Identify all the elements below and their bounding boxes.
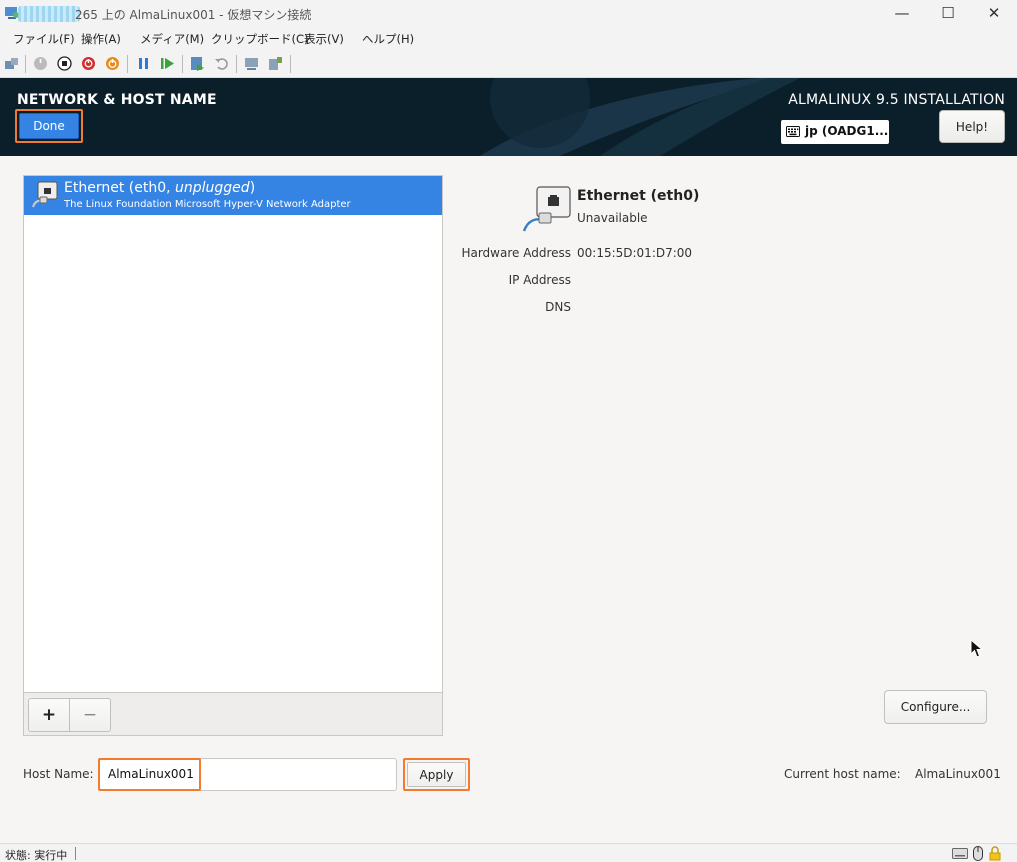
remove-device-button[interactable]: − xyxy=(69,698,111,732)
device-list-toolbar: + − xyxy=(24,692,442,735)
page-title: NETWORK & HOST NAME xyxy=(17,92,217,108)
menu-help[interactable]: ヘルプ(H) xyxy=(362,31,414,47)
status-bar: 状態: 実行中 xyxy=(0,843,1017,862)
apply-button[interactable]: Apply xyxy=(407,762,466,787)
device-description: The Linux Foundation Microsoft Hyper-V N… xyxy=(64,199,351,210)
lock-status-icon xyxy=(989,846,1001,861)
install-title: ALMALINUX 9.5 INSTALLATION xyxy=(788,92,1005,108)
shutdown-icon[interactable] xyxy=(81,56,96,71)
title-bar: 265 上の AlmaLinux001 - 仮想マシン接続 — ☐ ✕ xyxy=(0,0,1017,28)
keyboard-status-icon xyxy=(952,848,968,859)
vm-toolbar xyxy=(0,50,1017,78)
detail-device-name: Ethernet (eth0) xyxy=(577,188,700,204)
current-host-name-value: AlmaLinux001 xyxy=(915,767,1001,781)
window-title: 265 上の AlmaLinux001 - 仮想マシン接続 xyxy=(75,8,312,22)
menu-bar: ファイル(F) 操作(A) メディア(M) クリップボード(C) 表示(V) ヘ… xyxy=(0,28,1017,50)
menu-clipboard[interactable]: クリップボード(C) xyxy=(211,31,309,47)
checkpoint-icon[interactable] xyxy=(190,56,205,71)
share-icon[interactable] xyxy=(268,56,283,71)
mouse-cursor-icon xyxy=(970,639,984,658)
dns-label: DNS xyxy=(545,300,571,314)
mouse-status-icon xyxy=(973,846,983,861)
minimize-button[interactable]: — xyxy=(879,0,925,28)
status-text: 状態: 実行中 xyxy=(5,849,68,862)
resume-icon[interactable] xyxy=(160,56,175,71)
menu-file[interactable]: ファイル(F) xyxy=(13,31,75,47)
ctrl-alt-del-icon[interactable] xyxy=(4,56,19,71)
menu-action[interactable]: 操作(A) xyxy=(81,31,121,47)
keyboard-layout-indicator[interactable]: jp (OADG1... xyxy=(781,120,889,144)
enhanced-session-icon[interactable] xyxy=(244,56,259,71)
maximize-button[interactable]: ☐ xyxy=(925,0,971,28)
ethernet-large-icon xyxy=(522,186,571,232)
menu-view[interactable]: 表示(V) xyxy=(304,31,344,47)
device-name: Ethernet (eth0, unplugged) xyxy=(64,180,256,196)
device-row-eth0[interactable]: Ethernet (eth0, unplugged) The Linux Fou… xyxy=(24,176,442,215)
menu-media[interactable]: メディア(M) xyxy=(140,31,204,47)
stop-icon[interactable] xyxy=(57,56,72,71)
done-highlight: Done xyxy=(15,109,83,143)
done-button[interactable]: Done xyxy=(19,113,79,139)
hardware-address-value: 00:15:5D:01:D7:00 xyxy=(577,246,693,260)
hardware-address-label: Hardware Address xyxy=(461,246,571,260)
ethernet-icon xyxy=(32,181,58,208)
add-device-button[interactable]: + xyxy=(28,698,70,732)
host-name-value: AlmaLinux001 xyxy=(108,767,194,781)
header-decoration xyxy=(480,78,800,156)
pause-icon[interactable] xyxy=(136,56,151,71)
network-device-list: Ethernet (eth0, unplugged) The Linux Fou… xyxy=(23,175,443,736)
revert-icon[interactable] xyxy=(214,56,229,71)
ip-address-label: IP Address xyxy=(508,273,571,287)
keyboard-layout-label: jp (OADG1... xyxy=(805,124,889,138)
device-state: unplugged xyxy=(175,180,250,196)
detail-device-status: Unavailable xyxy=(577,211,648,225)
power-icon[interactable] xyxy=(105,56,120,71)
vm-connection-window: 265 上の AlmaLinux001 - 仮想マシン接続 — ☐ ✕ ファイル… xyxy=(0,0,1017,862)
configure-button[interactable]: Configure... xyxy=(884,690,987,724)
host-name-label: Host Name: xyxy=(23,767,94,781)
current-host-name-label: Current host name: xyxy=(784,767,901,781)
help-button[interactable]: Help! xyxy=(939,110,1005,143)
installer-header: NETWORK & HOST NAME ALMALINUX 9.5 INSTAL… xyxy=(0,78,1017,156)
start-icon[interactable] xyxy=(33,56,48,71)
redacted-host-name xyxy=(18,6,80,22)
apply-highlight: Apply xyxy=(403,758,470,791)
close-button[interactable]: ✕ xyxy=(971,0,1017,28)
keyboard-icon xyxy=(786,126,800,137)
